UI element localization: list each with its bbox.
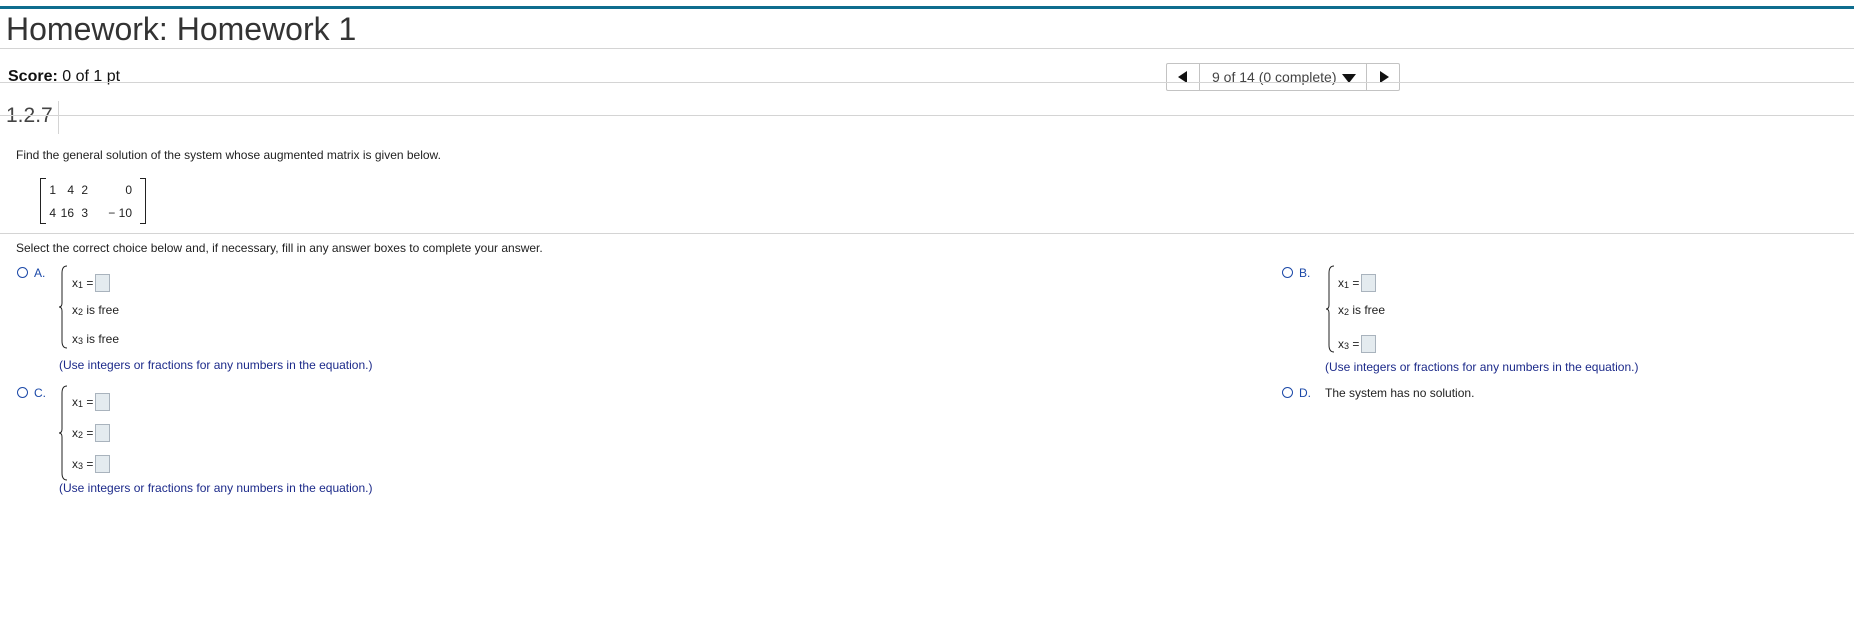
choice-c-label: C. <box>34 386 46 400</box>
choice-b-label: B. <box>1299 266 1311 280</box>
matrix-cell: 3 <box>81 206 88 220</box>
equation-x3: x3 = <box>1338 335 1377 353</box>
choice-c-hint: (Use integers or fractions for any numbe… <box>59 481 373 495</box>
equation-x3: x3 = <box>72 455 111 473</box>
answer-instruction: Select the correct choice below and, if … <box>16 241 543 255</box>
radio-button-icon <box>17 267 28 278</box>
matrix-cell: − 10 <box>108 206 132 220</box>
radio-button-icon <box>17 387 28 398</box>
answer-box-x1[interactable] <box>95 274 111 292</box>
divider <box>0 233 1854 234</box>
divider <box>58 101 59 134</box>
top-accent-bar <box>0 6 1854 9</box>
brace-icon <box>58 385 68 481</box>
answer-box-x3[interactable] <box>95 455 111 473</box>
brace-icon <box>1325 265 1335 353</box>
choice-d-radio[interactable]: D. <box>1282 386 1311 400</box>
question-number: 1.2.7 <box>6 104 53 127</box>
choice-c-radio[interactable]: C. <box>17 386 46 400</box>
equation-x2: x2 is free <box>1338 303 1386 317</box>
equation-x1: x1 = <box>72 274 111 292</box>
homework-title: Homework: Homework 1 <box>6 11 357 47</box>
divider <box>0 48 1854 49</box>
next-question-button[interactable] <box>1366 64 1399 90</box>
answer-box-x3[interactable] <box>1361 335 1377 353</box>
equation-x2: x2 = <box>72 424 111 442</box>
radio-button-icon <box>1282 387 1293 398</box>
equation-x3: x3 is free <box>72 332 120 346</box>
previous-question-button[interactable] <box>1167 64 1200 90</box>
choice-d-text: The system has no solution. <box>1325 386 1475 400</box>
question-prompt: Find the general solution of the system … <box>16 148 441 162</box>
brace-icon <box>58 265 68 349</box>
divider <box>0 82 1854 83</box>
choice-b-hint: (Use integers or fractions for any numbe… <box>1325 360 1639 374</box>
choice-a-radio[interactable]: A. <box>17 266 45 280</box>
equation-x1: x1 = <box>72 393 111 411</box>
answer-box-x1[interactable] <box>95 393 111 411</box>
choice-a-label: A. <box>34 266 46 280</box>
score: Score: 0 of 1 pt <box>8 68 120 86</box>
choice-d-label: D. <box>1299 386 1311 400</box>
answer-box-x1[interactable] <box>1361 274 1377 292</box>
matrix-cell: 0 <box>125 183 132 197</box>
equation-x2: x2 is free <box>72 303 120 317</box>
question-navigator: 9 of 14 (0 complete) <box>1166 63 1400 91</box>
equation-x1: x1 = <box>1338 274 1377 292</box>
augmented-matrix: 1 4 2 0 4 16 3 − 10 <box>40 178 146 224</box>
matrix-cell: 2 <box>81 183 88 197</box>
choice-a-hint: (Use integers or fractions for any numbe… <box>59 358 373 372</box>
divider <box>0 115 1854 116</box>
radio-button-icon <box>1282 267 1293 278</box>
choice-b-radio[interactable]: B. <box>1282 266 1310 280</box>
answer-box-x2[interactable] <box>95 424 111 442</box>
matrix-right-bracket <box>140 178 146 224</box>
